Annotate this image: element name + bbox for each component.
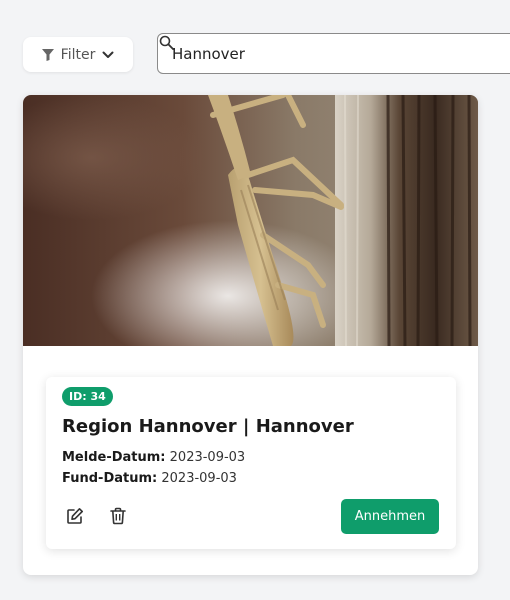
fund-date-label: Fund-Datum: xyxy=(62,471,158,486)
report-details: ID: 34 Region Hannover | Hannover Melde-… xyxy=(46,377,456,549)
search-icon xyxy=(159,35,175,55)
fund-date: Fund-Datum: 2023-09-03 xyxy=(62,471,237,486)
card-photo[interactable] xyxy=(23,95,478,346)
filter-button[interactable]: Filter xyxy=(23,37,133,72)
chevron-down-icon xyxy=(102,51,114,59)
search-box xyxy=(157,33,510,74)
fund-date-value: 2023-09-03 xyxy=(161,471,237,486)
melde-date: Melde-Datum: 2023-09-03 xyxy=(62,450,245,465)
report-title: Region Hannover | Hannover xyxy=(62,416,354,437)
accept-button[interactable]: Annehmen xyxy=(341,499,439,534)
melde-date-value: 2023-09-03 xyxy=(169,450,246,465)
melde-date-label: Melde-Datum: xyxy=(62,450,166,465)
edit-icon[interactable] xyxy=(66,507,84,529)
search-input[interactable] xyxy=(157,33,510,74)
filter-label: Filter xyxy=(60,46,96,63)
id-badge: ID: 34 xyxy=(62,387,113,406)
trash-icon[interactable] xyxy=(109,507,127,529)
report-card: ID: 34 Region Hannover | Hannover Melde-… xyxy=(23,95,478,575)
filter-icon xyxy=(41,48,54,61)
